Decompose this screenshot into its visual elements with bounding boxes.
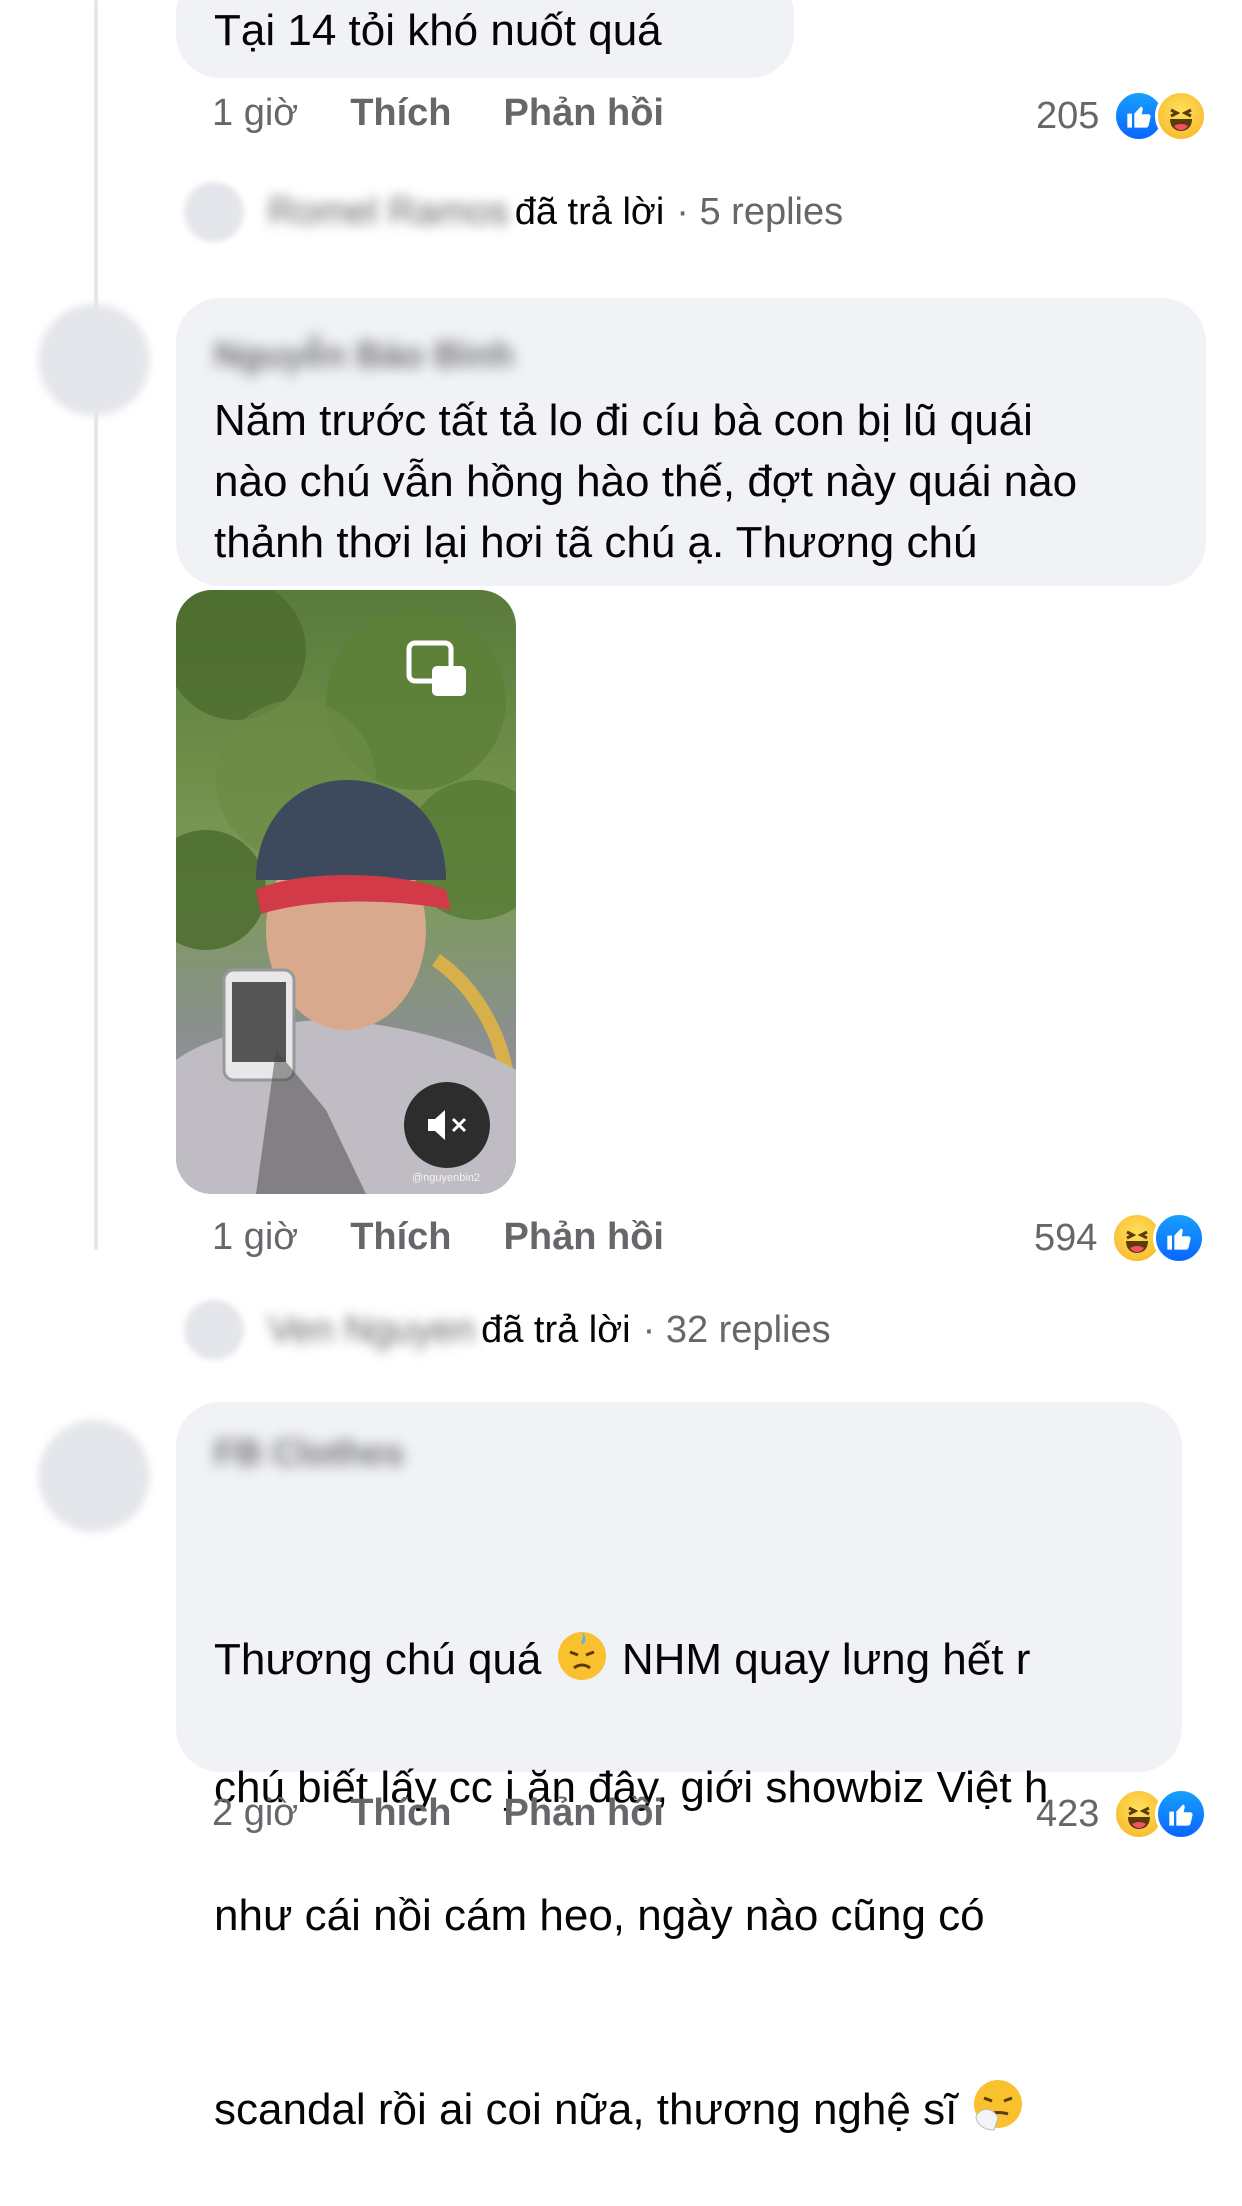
comment-actions: 1 giờ Thích Phản hồi: [212, 1216, 716, 1259]
comment-text-line: như cái nồi cám heo, ngày nào cũng có: [214, 1891, 985, 1940]
reaction-summary[interactable]: 205: [1036, 90, 1208, 142]
like-button[interactable]: Thích: [350, 1792, 451, 1835]
haha-icon: [1155, 90, 1208, 142]
comment-time[interactable]: 1 giờ: [212, 92, 298, 135]
comment-text-line: NHM quay lưng hết r: [609, 1635, 1031, 1684]
comment-bubble: Nguyễn Bảo Bình Năm trước tất tả lo đi c…: [176, 298, 1206, 586]
avatar: [184, 1300, 244, 1360]
view-replies-link[interactable]: Ven Nguyen đã trả lời · 32 replies: [184, 1300, 831, 1360]
comment-bubble: Tại 14 tỏi khó nuốt quá: [176, 0, 794, 78]
comment-text-line: Thương chú quá: [214, 1635, 554, 1684]
comment-author[interactable]: Nguyễn Bảo Bình: [214, 334, 514, 376]
thread-line: [94, 0, 98, 1250]
like-button[interactable]: Thích: [350, 92, 451, 135]
reaction-count: 594: [1034, 1216, 1098, 1259]
avatar[interactable]: [38, 304, 150, 416]
reply-author: Ven Nguyen: [268, 1308, 476, 1351]
pip-icon[interactable]: [406, 640, 468, 703]
reply-author: Romel Ramos: [268, 190, 509, 233]
reply-action: đã trả lời: [481, 1308, 631, 1351]
sneezing-face-icon: [970, 2076, 1026, 2132]
like-button[interactable]: Thích: [350, 1216, 451, 1259]
reaction-count: 423: [1036, 1792, 1100, 1835]
like-icon: [1155, 1788, 1208, 1840]
comment-text: Tại 14 tỏi khó nuốt quá: [214, 6, 662, 55]
mute-icon[interactable]: [404, 1082, 490, 1168]
video-attachment[interactable]: @nguyenbin2: [176, 590, 516, 1194]
reaction-summary[interactable]: 423: [1036, 1788, 1208, 1840]
reply-count: · 5 replies: [676, 190, 844, 233]
reaction-summary[interactable]: 594: [1034, 1212, 1206, 1264]
reply-button[interactable]: Phản hồi: [504, 92, 664, 135]
avatar[interactable]: [38, 1420, 150, 1532]
reply-action: đã trả lời: [514, 190, 665, 233]
comment-bubble: FB Clothes Thương chú quá NHM quay lưng …: [176, 1402, 1182, 2134]
reaction-count: 205: [1036, 94, 1100, 137]
sweat-face-icon: [554, 1626, 610, 1682]
comment-author[interactable]: FB Clothes: [214, 1432, 404, 1474]
comment-time[interactable]: 1 giờ: [212, 1216, 298, 1259]
video-watermark: @nguyenbin2: [412, 1172, 481, 1184]
reply-button[interactable]: Phản hồi: [504, 1216, 664, 1259]
comment-time[interactable]: 2 giờ: [212, 1792, 298, 1835]
comment-actions: 1 giờ Thích Phản hồi: [212, 92, 716, 135]
view-replies-link[interactable]: Romel Ramos đã trả lời · 5 replies: [184, 182, 843, 242]
comment-text-line: scandal rồi ai coi nữa, thương nghệ sĩ: [214, 2085, 970, 2134]
avatar: [184, 182, 244, 242]
comment-actions: 2 giờ Thích Phản hồi: [212, 1792, 716, 1835]
reply-button[interactable]: Phản hồi: [504, 1792, 664, 1835]
reply-count: · 32 replies: [642, 1308, 831, 1351]
like-icon: [1153, 1212, 1206, 1264]
